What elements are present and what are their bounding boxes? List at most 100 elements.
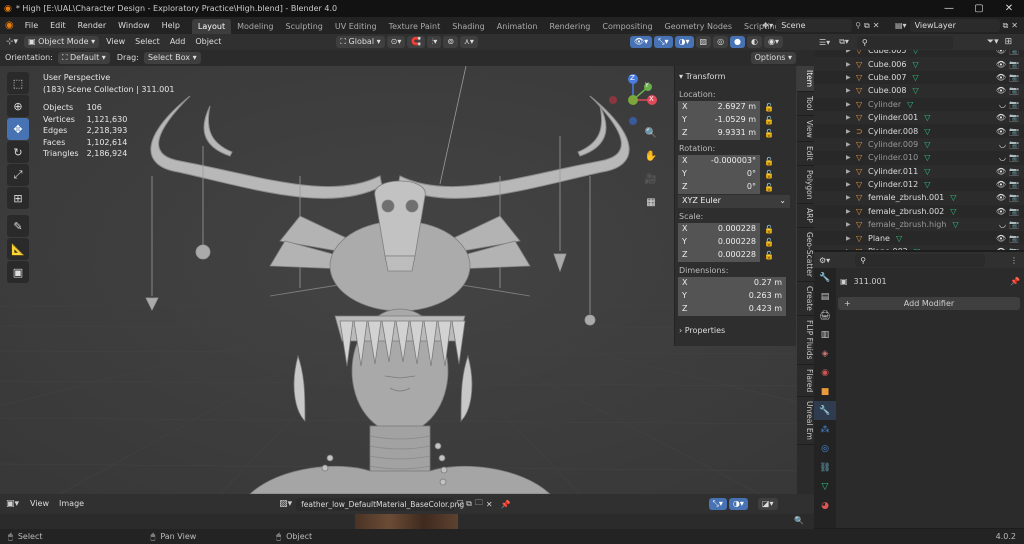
outliner-row[interactable]: ▶ ▽ Cylinder ▽ ◡ 📷 [814,98,1024,111]
expand-triangle-icon[interactable]: ▶ [846,74,851,81]
new-collection-icon[interactable]: ⊞ [1005,37,1013,47]
visibility-icon[interactable]: 👁▾ [629,36,653,48]
modifier-props-tab-icon[interactable]: 🔧 [814,401,836,420]
tab-geometry-nodes[interactable]: Geometry Nodes [659,19,738,34]
visibility-eye-icon[interactable]: 👁 [996,167,1006,176]
tab-texture-paint[interactable]: Texture Paint [383,19,447,34]
outliner-row[interactable]: ▶ ▽ female_zbrush.002 ▽ 👁 📷 [814,205,1024,218]
annotate-tool-icon[interactable]: ✎ [7,215,29,237]
outliner-row[interactable]: ▶ ▽ Cylinder.012 ▽ 👁 📷 [814,178,1024,191]
minimize-button[interactable]: — [934,0,964,17]
lock-icon[interactable]: 🔓 [760,238,778,247]
outliner-row[interactable]: ▶ ▽ female_zbrush.high ▽ ◡ 📷 [814,218,1024,232]
render-camera-icon[interactable]: 📷 [1009,234,1019,243]
transform-header[interactable]: ▾ Transform [675,70,796,83]
render-camera-icon[interactable]: 📷 [1009,207,1019,216]
visibility-eye-icon[interactable]: 👁 [996,207,1006,216]
menu-object[interactable]: Object [190,34,226,50]
visibility-eye-icon[interactable]: 👁 [996,234,1006,243]
outliner-row[interactable]: ▶ ▽ female_zbrush.001 ▽ 👁 📷 [814,191,1024,205]
add-modifier-button[interactable]: + Add Modifier [838,297,1020,310]
tab-polygon[interactable]: Polygon [797,166,814,205]
xray-icon[interactable]: ▨ [695,36,712,48]
constraints-props-tab-icon[interactable]: ⛓ [814,458,836,477]
snap-target-icon[interactable]: ⫶▾ [427,36,442,48]
pan-hand-icon[interactable]: ✋ [642,151,660,169]
render-camera-icon[interactable]: 📷 [1009,180,1019,189]
camera-view-icon[interactable]: 🎥 [642,174,660,192]
material-props-tab-icon[interactable]: ◕ [814,496,836,515]
data-props-tab-icon[interactable]: ▽ [814,477,836,496]
tab-arp[interactable]: ARP [797,204,814,229]
delete-scene-icon[interactable]: ✕ [873,21,880,30]
menu-view[interactable]: View [101,34,130,50]
proportional-edit-icon[interactable]: ⊚ [443,36,459,48]
render-camera-icon[interactable]: 📷 [1009,86,1019,95]
render-props-tab-icon[interactable]: ▤ [814,287,836,306]
new-image-icon[interactable]: ⧉ [466,499,472,509]
expand-triangle-icon[interactable]: ▶ [846,114,851,121]
drag-dropdown[interactable]: Select Box ▾ [143,52,201,64]
view-layer-field[interactable]: ViewLayer [909,19,1000,32]
rotation-y-field[interactable]: Y 0° [678,168,760,181]
tab-compositing[interactable]: Compositing [596,19,658,34]
ortho-grid-icon[interactable]: ▦ [642,197,660,215]
menu-help[interactable]: Help [156,17,186,34]
mode-selector[interactable]: ▣ Object Mode ▾ [24,36,100,48]
dimensions-x-field[interactable]: X 0.27 m [678,277,786,290]
location-z-field[interactable]: Z 9.9331 m [678,127,760,140]
visibility-eye-icon[interactable]: 👁 [996,127,1006,136]
rotation-mode-dropdown[interactable]: XYZ Euler ⌄ [678,195,790,208]
menu-window[interactable]: Window [112,17,156,34]
menu-edit[interactable]: Edit [44,17,72,34]
render-camera-icon[interactable]: 📷 [1009,50,1019,55]
properties-options-icon[interactable]: ⋮ [1010,256,1018,265]
tab-edit[interactable]: Edit [797,142,814,166]
expand-triangle-icon[interactable]: ▶ [846,248,851,250]
physics-props-tab-icon[interactable]: ◎ [814,439,836,458]
solid-shading-icon[interactable]: ● [730,36,746,48]
rendered-shading-icon[interactable]: ◉▾ [764,36,784,48]
location-y-field[interactable]: Y -1.0529 m [678,114,760,127]
pivot-icon[interactable]: ⊙▾ [386,36,406,48]
output-props-tab-icon[interactable]: 🖨 [814,306,836,325]
view-layer-props-tab-icon[interactable]: ▥ [814,325,836,344]
outliner-row[interactable]: ▶▽Plane.002▽👁📷 [814,244,1024,250]
visibility-eye-icon[interactable]: 👁 [996,247,1006,250]
menu-add[interactable]: Add [165,34,191,50]
outliner-editor-type-icon[interactable]: ☰▾ [814,38,835,47]
image-editor-type-icon[interactable]: ▣▾ [0,499,25,509]
properties-subpanel-header[interactable]: › Properties [675,324,796,337]
render-camera-icon[interactable]: 📷 [1009,220,1019,229]
outliner-row[interactable]: ▶ ▽ Cube.007 ▽ 👁 📷 [814,71,1024,84]
snap-icon[interactable]: 🧲 [407,36,426,48]
outliner-row[interactable]: ▶ ▽ Cylinder.010 ▽ ◡ 📷 [814,151,1024,164]
visibility-eye-icon[interactable]: 👁 [996,193,1006,202]
scale-x-field[interactable]: X 0.000228 [678,223,760,236]
move-tool-icon[interactable]: ✥ [7,118,29,140]
outliner-row[interactable]: ▶ ▽ Cylinder.009 ▽ ◡ 📷 [814,137,1024,152]
tab-geo-scatter[interactable]: Geo-Scatter [797,228,814,283]
open-image-folder-icon[interactable]: 🗀 [475,497,483,511]
render-camera-icon[interactable]: 📷 [1009,73,1019,82]
render-camera-icon[interactable]: 📷 [1009,193,1019,202]
properties-search-input[interactable]: ⚲ [855,253,986,267]
material-shading-icon[interactable]: ◐ [747,36,763,48]
expand-triangle-icon[interactable]: ▶ [846,154,851,161]
scale-tool-icon[interactable]: ⤢ [7,164,29,186]
expand-triangle-icon[interactable]: ▶ [846,87,851,94]
falloff-icon[interactable]: ⋏▾ [460,36,478,48]
close-button[interactable]: ✕ [994,0,1024,17]
orientation-dropdown[interactable]: ⛶ Default ▾ [57,52,110,64]
expand-triangle-icon[interactable]: ▶ [846,101,851,108]
render-camera-icon[interactable]: 📷 [1009,100,1019,109]
expand-triangle-icon[interactable]: ▶ [846,208,851,215]
tab-item[interactable]: Item [797,66,814,93]
tab-tool[interactable]: Tool [797,92,814,116]
zoom-icon[interactable]: 🔍 [642,128,660,146]
visibility-eye-icon[interactable]: 👁 [996,113,1006,122]
transform-orientation-dropdown[interactable]: ⛶ Global ▾ [336,36,385,48]
fake-user-shield-icon[interactable]: ⛉ [457,499,463,509]
visibility-eye-icon[interactable]: ◡ [999,140,1006,149]
tab-modeling[interactable]: Modeling [231,19,279,34]
